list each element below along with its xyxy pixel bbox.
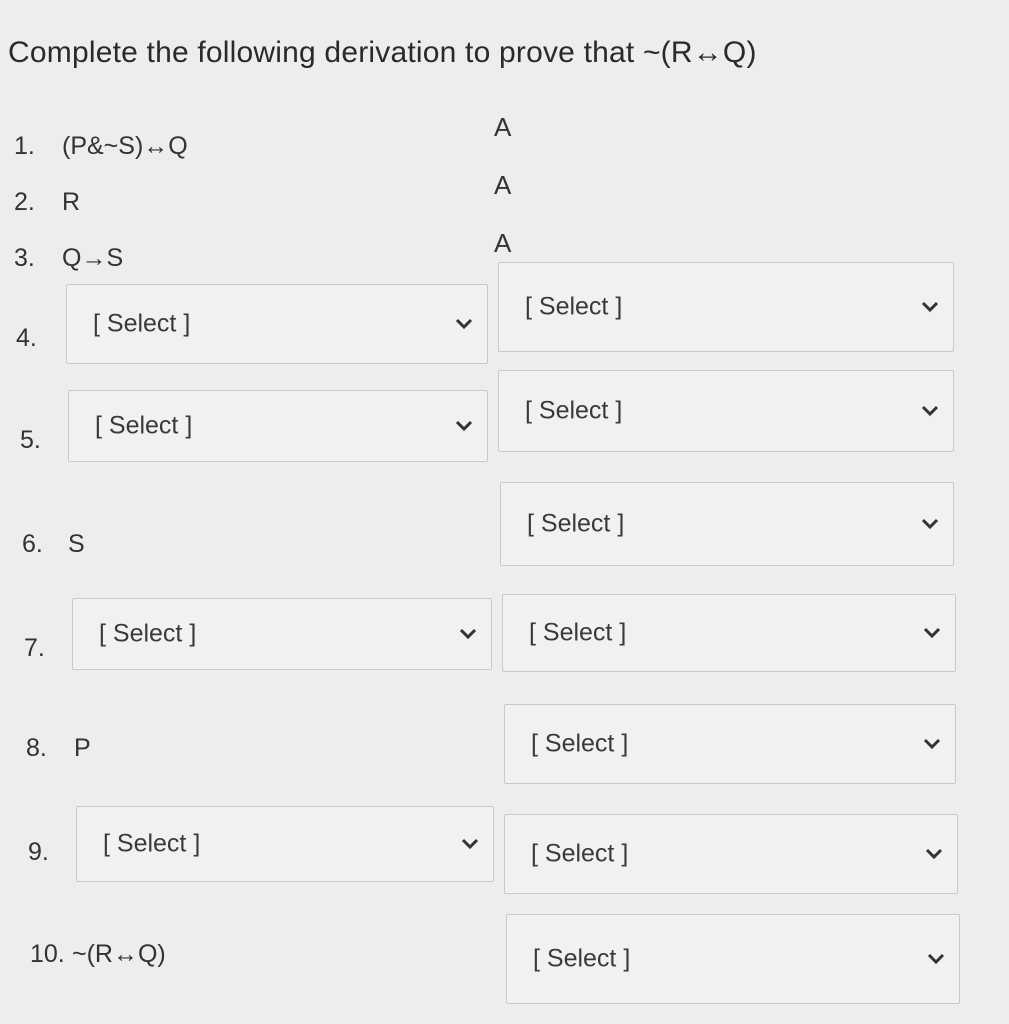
rule-select[interactable]: [ Select ] xyxy=(498,370,954,452)
line-rule: A xyxy=(494,228,512,258)
select-label: [ Select ] xyxy=(533,944,631,973)
select-label: [ Select ] xyxy=(95,411,193,440)
chevron-down-icon xyxy=(455,420,473,432)
formula-select[interactable]: [ Select ] xyxy=(66,284,488,364)
chevron-down-icon xyxy=(925,848,943,860)
formula-select[interactable]: [ Select ] xyxy=(76,806,494,882)
chevron-down-icon xyxy=(455,318,473,330)
line-formula: (P&~S)↔Q xyxy=(62,132,188,160)
rule-select[interactable]: [ Select ] xyxy=(498,262,954,352)
select-label: [ Select ] xyxy=(525,396,623,425)
select-label: [ Select ] xyxy=(527,509,625,538)
line-number: 2. xyxy=(14,188,35,216)
chevron-down-icon xyxy=(461,838,479,850)
chevron-down-icon xyxy=(923,627,941,639)
chevron-down-icon xyxy=(459,628,477,640)
chevron-down-icon xyxy=(927,953,945,965)
line-number: 8. xyxy=(26,734,47,762)
select-label: [ Select ] xyxy=(103,829,201,858)
line-rule: A xyxy=(494,170,512,200)
select-label: [ Select ] xyxy=(93,309,191,338)
line-formula: R xyxy=(62,188,81,216)
line-number: 6. xyxy=(22,530,43,558)
line-formula: S xyxy=(68,530,85,558)
select-label: [ Select ] xyxy=(525,292,623,321)
select-label: [ Select ] xyxy=(529,618,627,647)
line-number: 1. xyxy=(14,132,35,160)
formula-select[interactable]: [ Select ] xyxy=(68,390,488,462)
line-number: 5. xyxy=(20,426,41,454)
line-formula: Q→S xyxy=(62,244,124,272)
line-formula: ~(R↔Q) xyxy=(72,940,166,968)
line-number: 3. xyxy=(14,244,35,272)
chevron-down-icon xyxy=(921,518,939,530)
chevron-down-icon xyxy=(923,738,941,750)
line-number: 10. xyxy=(30,940,65,968)
line-rule: A xyxy=(494,112,512,142)
select-label: [ Select ] xyxy=(99,619,197,648)
rule-select[interactable]: [ Select ] xyxy=(500,482,954,566)
chevron-down-icon xyxy=(921,405,939,417)
rule-select[interactable]: [ Select ] xyxy=(504,704,956,784)
rule-select[interactable]: [ Select ] xyxy=(504,814,958,894)
line-formula: P xyxy=(74,734,91,762)
rule-select[interactable]: [ Select ] xyxy=(506,914,960,1004)
line-number: 7. xyxy=(24,634,45,662)
page-title: Complete the following derivation to pro… xyxy=(8,36,757,69)
select-label: [ Select ] xyxy=(531,729,629,758)
rule-select[interactable]: [ Select ] xyxy=(502,594,956,672)
line-number: 9. xyxy=(28,838,49,866)
formula-select[interactable]: [ Select ] xyxy=(72,598,492,670)
chevron-down-icon xyxy=(921,301,939,313)
line-number: 4. xyxy=(16,324,37,352)
select-label: [ Select ] xyxy=(531,839,629,868)
